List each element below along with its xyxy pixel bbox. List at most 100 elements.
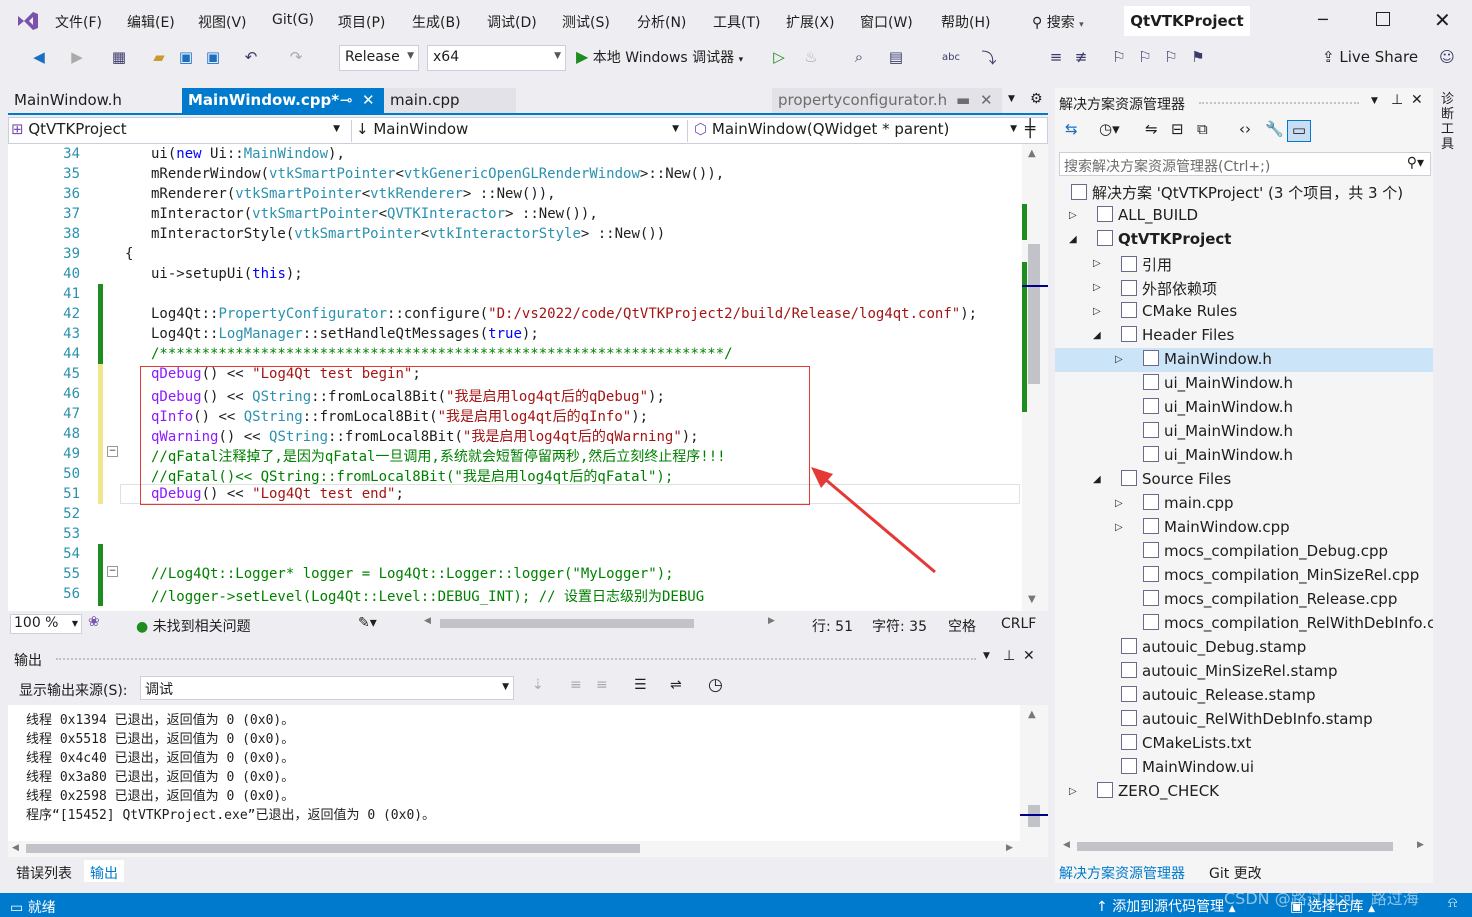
menu-item-12[interactable]: 帮助(H) <box>941 12 990 32</box>
collapse-icon[interactable]: ◢ <box>1093 330 1101 341</box>
tree-item[interactable]: ui_MainWindow.h <box>1143 398 1293 416</box>
tree-item[interactable]: MainWindow.h <box>1143 350 1272 368</box>
tab-output[interactable]: 输出 <box>84 860 124 882</box>
menu-item-8[interactable]: 分析(N) <box>637 12 686 32</box>
view-code-icon[interactable]: ‹› <box>1239 120 1251 138</box>
bookmark-prev-icon[interactable]: ⚐ <box>1134 46 1156 68</box>
maximize-button[interactable] <box>1376 12 1390 26</box>
pin-icon[interactable]: ⊥ <box>1003 648 1015 664</box>
redo-icon[interactable]: ↷ <box>285 46 307 68</box>
expand-icon[interactable]: ▷ <box>1069 786 1077 797</box>
pin-icon[interactable]: ⊸ <box>340 91 353 109</box>
tree-item[interactable]: ALL_BUILD <box>1097 206 1198 224</box>
new-project-icon[interactable]: ▦ <box>108 46 130 68</box>
tree-item[interactable]: autouic_MinSizeRel.stamp <box>1121 662 1338 680</box>
vertical-scrollbar[interactable]: ▲ ▼ <box>1022 144 1048 611</box>
tree-item[interactable]: main.cpp <box>1143 494 1234 512</box>
start-without-debugging-icon[interactable]: ▷ <box>768 46 790 68</box>
intellicode-icon[interactable]: ❀ <box>88 614 100 630</box>
tree-item[interactable]: ui_MainWindow.h <box>1143 374 1293 392</box>
close-tab-icon[interactable]: ✕ <box>362 91 375 109</box>
add-to-source-control[interactable]: ↑ 添加到源代码管理 ▲ <box>1096 896 1236 916</box>
split-icon[interactable]: ╪ <box>1025 119 1035 139</box>
scroll-left-icon[interactable]: ◀ <box>1063 840 1070 850</box>
menu-item-1[interactable]: 编辑(E) <box>127 12 175 32</box>
show-all-files-icon[interactable]: ⧉ <box>1197 120 1208 138</box>
undo-icon[interactable]: ↶ <box>240 46 262 68</box>
close-tab-icon[interactable]: ✕ <box>980 91 993 109</box>
tree-item[interactable]: 外部依赖项 <box>1121 278 1217 299</box>
line-ending-indicator[interactable]: CRLF <box>1001 616 1036 632</box>
menu-item-9[interactable]: 工具(T) <box>713 12 760 32</box>
tab-solution-explorer[interactable]: 解决方案资源管理器 <box>1059 863 1185 883</box>
collapse-all-icon[interactable]: ⊟ <box>1171 120 1184 138</box>
clear-all-icon[interactable]: ☰ <box>634 677 647 693</box>
pending-changes-icon[interactable]: ◷▾ <box>1099 120 1120 138</box>
zoom-select[interactable]: 100 % ▼ <box>10 614 82 634</box>
expand-icon[interactable]: ▷ <box>1093 306 1101 317</box>
panel-menu-icon[interactable]: ▼ <box>983 651 990 661</box>
tab-git-changes[interactable]: Git 更改 <box>1209 863 1262 883</box>
tab-mainwindow-h[interactable]: MainWindow.h <box>8 88 180 113</box>
open-folder-icon[interactable]: ▰ <box>148 46 170 68</box>
tab-mainwindow-cpp[interactable]: MainWindow.cpp* ⊸ ✕ <box>182 88 384 113</box>
hot-reload-icon[interactable]: ♨ <box>800 46 822 68</box>
account-icon[interactable]: ☺ <box>1436 46 1458 68</box>
member-nav[interactable]: ⬡ MainWindow(QWidget * parent) ▼ <box>687 120 1021 142</box>
forward-icon[interactable]: ▶ <box>66 46 88 68</box>
expand-icon[interactable]: ▷ <box>1069 210 1077 221</box>
bookmark-icon[interactable]: ⚐ <box>1108 46 1130 68</box>
scroll-thumb[interactable] <box>440 619 694 628</box>
tree-item[interactable]: CMakeLists.txt <box>1121 734 1251 752</box>
collapse-icon[interactable]: − <box>107 566 118 577</box>
expand-icon[interactable]: ▷ <box>1115 354 1123 365</box>
tree-item[interactable]: Header Files <box>1121 326 1234 344</box>
tree-item[interactable]: QtVTKProject <box>1097 230 1231 248</box>
collapse-icon[interactable]: ◢ <box>1069 234 1077 245</box>
expand-icon[interactable]: ▷ <box>1093 282 1101 293</box>
scroll-left-icon[interactable]: ◀ <box>12 843 19 853</box>
output-source-select[interactable]: 调试 ▼ <box>140 676 514 700</box>
tab-main-cpp[interactable]: main.cpp <box>384 88 516 113</box>
find-in-files-icon[interactable]: ⌕ <box>848 46 870 68</box>
output-vscrollbar[interactable]: ▲ <box>1020 705 1048 841</box>
close-panel-icon[interactable]: ✕ <box>1411 92 1423 108</box>
layout-icon[interactable]: ▤ <box>885 46 907 68</box>
solution-search[interactable]: 搜索解决方案资源管理器(Ctrl+;) ⚲▾ <box>1059 152 1431 176</box>
tree-item[interactable]: MainWindow.cpp <box>1143 518 1290 536</box>
scroll-down-icon[interactable]: ▼ <box>1028 594 1036 605</box>
back-icon[interactable]: ◀ <box>28 46 50 68</box>
properties-icon[interactable]: 🔧 <box>1265 120 1284 138</box>
switch-views-icon[interactable]: ⇆ <box>1065 120 1078 138</box>
live-share-button[interactable]: ⇪ Live Share <box>1322 48 1418 66</box>
expand-icon[interactable]: ▷ <box>1115 522 1123 533</box>
step-icon[interactable]: ⤵ <box>978 46 1000 68</box>
panel-menu-icon[interactable]: ▼ <box>1371 96 1378 106</box>
tree-item[interactable]: mocs_compilation_Debug.cpp <box>1143 542 1388 560</box>
tab-list-icon[interactable]: ▼ <box>1008 94 1015 104</box>
menu-item-4[interactable]: 项目(P) <box>338 12 385 32</box>
menu-item-6[interactable]: 调试(D) <box>487 12 537 32</box>
comment-icon[interactable]: ≡ <box>1045 46 1067 68</box>
next-message-icon[interactable]: ≡ <box>596 677 608 693</box>
tree-item[interactable]: MainWindow.ui <box>1121 758 1254 776</box>
timestamp-icon[interactable]: ◷ <box>708 675 723 695</box>
menu-item-11[interactable]: 窗口(W) <box>860 12 913 32</box>
scroll-thumb[interactable] <box>1028 805 1040 827</box>
scope-nav[interactable]: ↓ MainWindow ▼ <box>351 120 683 142</box>
save-icon[interactable]: ▣ <box>175 46 197 68</box>
scroll-right-icon[interactable]: ▶ <box>768 616 775 626</box>
find-message-icon[interactable]: ⇣ <box>532 677 544 693</box>
diagnostic-tools-tab[interactable]: 诊断工具 <box>1441 92 1459 152</box>
pin-icon[interactable]: ⊥ <box>1391 92 1403 108</box>
horizontal-scrollbar[interactable]: ◀ ▶ <box>422 616 778 630</box>
uncomment-icon[interactable]: ≢ <box>1070 46 1092 68</box>
tree-item[interactable]: ZERO_CHECK <box>1097 782 1219 800</box>
menu-item-3[interactable]: Git(G) <box>272 12 314 28</box>
whitespace-indicator[interactable]: 空格 <box>948 616 976 636</box>
menu-item-2[interactable]: 视图(V) <box>198 12 247 32</box>
scroll-left-icon[interactable]: ◀ <box>424 616 431 626</box>
menu-item-0[interactable]: 文件(F) <box>55 12 102 32</box>
tree-item[interactable]: autouic_Debug.stamp <box>1121 638 1306 656</box>
tree-item[interactable]: mocs_compilation_MinSizeRel.cpp <box>1143 566 1419 584</box>
